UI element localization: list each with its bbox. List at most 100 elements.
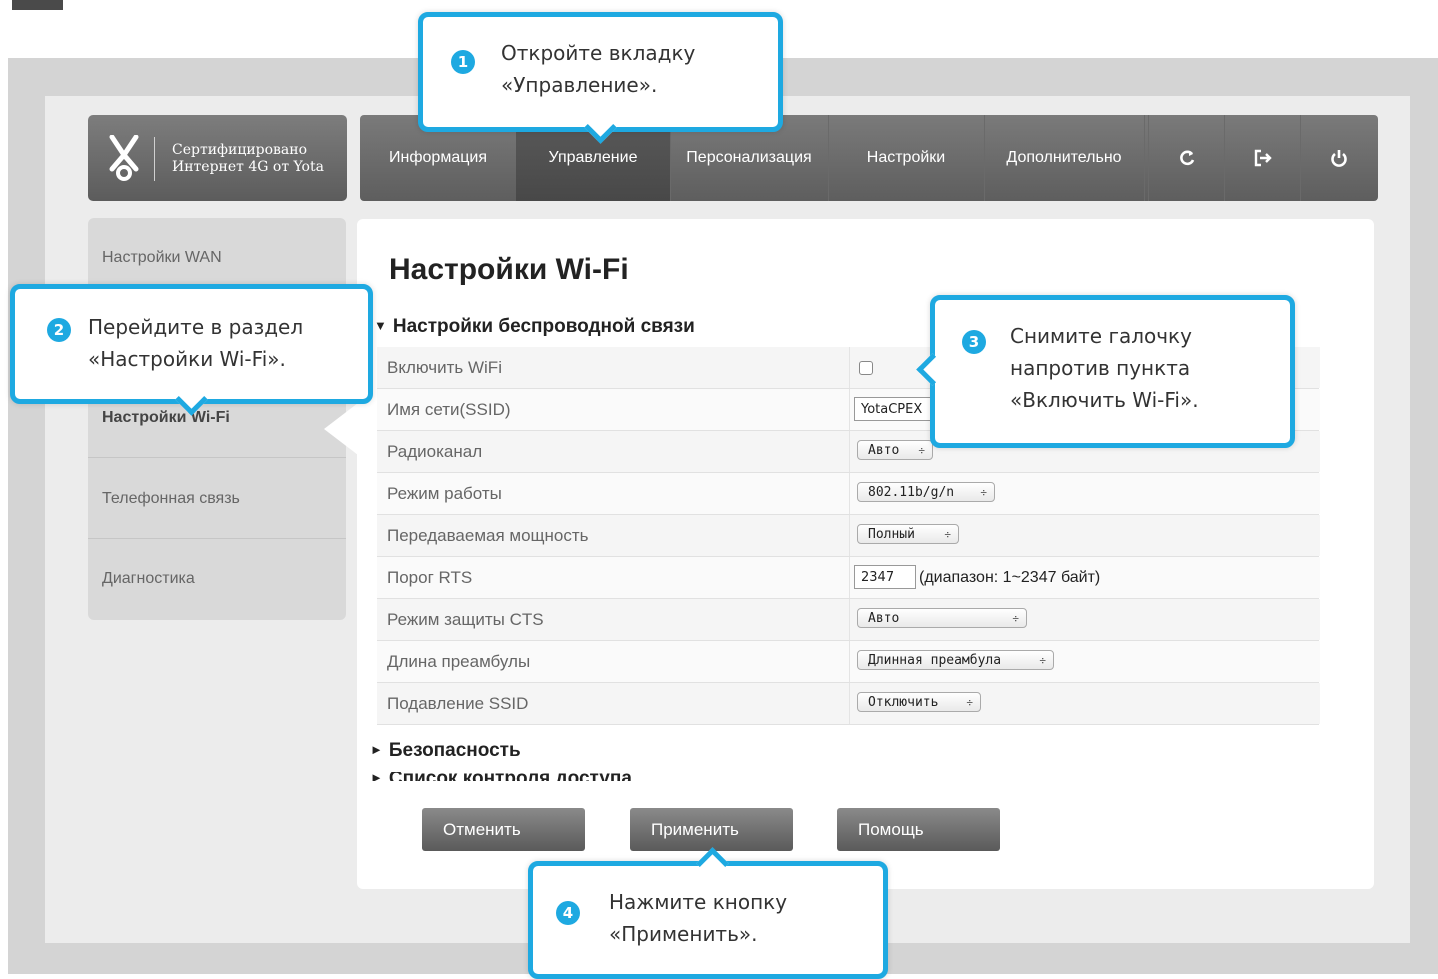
table-row: Длина преамбулы Длинная преамбула ÷ xyxy=(377,641,1320,683)
sidebar-item-label: Настройки WAN xyxy=(102,248,222,266)
row-value-cell: 2347 (диапазон: 1~2347 байт) xyxy=(849,557,1320,598)
section-wireless-header[interactable]: ▼ Настройки беспроводной связи xyxy=(374,316,695,338)
power-icon-svg xyxy=(1331,150,1347,167)
select-arrow-icon: ÷ xyxy=(966,696,973,709)
power-select[interactable]: Полный ÷ xyxy=(857,524,959,544)
collapsed-arrow-icon: ► xyxy=(370,772,383,781)
callout-line: Снимите галочку xyxy=(1010,324,1192,348)
logo-text: Сертифицировано Интернет 4G от Yota xyxy=(172,142,324,176)
callout-line: «Управление». xyxy=(501,73,658,97)
row-value-cell: Авто ÷ xyxy=(849,599,1320,640)
select-value: Авто xyxy=(868,611,900,626)
refresh-icon[interactable] xyxy=(1148,115,1225,201)
table-row: Подавление SSID Отключить ÷ xyxy=(377,683,1320,725)
step-number-badge: 2 xyxy=(47,318,71,342)
step-number-badge: 1 xyxy=(451,50,475,74)
row-label: Порог RTS xyxy=(387,568,473,587)
step-number-badge: 4 xyxy=(556,901,580,925)
row-label: Включить WiFi xyxy=(387,358,502,377)
cancel-button[interactable]: Отменить xyxy=(422,808,585,851)
table-row: Режим работы 802.11b/g/n ÷ xyxy=(377,473,1320,515)
help-button[interactable]: Помощь xyxy=(837,808,1000,851)
callout-text: Снимите галочку напротив пункта «Включит… xyxy=(1010,320,1199,416)
row-label: Подавление SSID xyxy=(387,694,529,713)
row-value-cell: Отключить ÷ xyxy=(849,683,1320,724)
power-icon[interactable] xyxy=(1300,115,1377,201)
active-item-pointer xyxy=(324,403,358,455)
logout-icon[interactable] xyxy=(1224,115,1301,201)
logo-line-1: Сертифицировано xyxy=(172,142,308,158)
callout-line: Нажмите кнопку xyxy=(609,890,788,914)
select-arrow-icon: ÷ xyxy=(1012,612,1019,625)
logo-divider xyxy=(154,137,155,181)
callout-line: Перейдите в раздел xyxy=(88,315,304,339)
row-label: Передаваемая мощность xyxy=(387,526,589,545)
yota-logo-icon xyxy=(109,135,139,181)
sidebar-item-label: Телефонная связь xyxy=(102,489,240,507)
tab-advanced[interactable]: Дополнительно xyxy=(984,115,1145,201)
corner-mark xyxy=(12,0,63,10)
expanded-arrow-icon: ▼ xyxy=(374,318,387,333)
select-value: Длинная преамбула xyxy=(868,653,1002,668)
row-value-cell: 802.11b/g/n ÷ xyxy=(849,473,1320,514)
rts-range-note: (диапазон: 1~2347 байт) xyxy=(919,569,1101,586)
cts-protection-select[interactable]: Авто ÷ xyxy=(857,608,1027,628)
preamble-select[interactable]: Длинная преамбула ÷ xyxy=(857,650,1054,670)
sidebar-item-diagnostics[interactable]: Диагностика xyxy=(88,539,346,619)
section-wireless-label: Настройки беспроводной связи xyxy=(392,316,695,337)
row-label: Радиоканал xyxy=(387,442,483,461)
collapsed-arrow-icon: ► xyxy=(370,742,383,757)
acl-clip: ► Список контроля доступа xyxy=(357,772,697,781)
table-row: Режим защиты CTS Авто ÷ xyxy=(377,599,1320,641)
sidebar-item-label: Настройки Wi-Fi xyxy=(102,408,230,426)
ssid-hide-select[interactable]: Отключить ÷ xyxy=(857,692,981,712)
row-label: Имя сети(SSID) xyxy=(387,400,511,419)
yota-logo: Сертифицировано Интернет 4G от Yota xyxy=(88,115,347,201)
callout-line: «Настройки Wi-Fi». xyxy=(88,347,286,371)
select-value: Полный xyxy=(868,527,915,542)
callout-step-2: 2 Перейдите в раздел «Настройки Wi-Fi». xyxy=(10,284,373,416)
callout-line: «Включить Wi-Fi». xyxy=(1010,388,1199,412)
rts-threshold-input[interactable]: 2347 xyxy=(854,565,916,589)
tab-settings[interactable]: Настройки xyxy=(828,115,985,201)
row-label: Режим работы xyxy=(387,484,502,503)
select-arrow-icon: ÷ xyxy=(918,444,925,457)
row-label: Длина преамбулы xyxy=(387,652,531,671)
select-value: 802.11b/g/n xyxy=(868,485,955,500)
callout-line: напротив пункта xyxy=(1010,356,1191,380)
section-acl-label: Список контроля доступа xyxy=(389,772,632,781)
section-security-header[interactable]: ► Безопасность xyxy=(370,740,521,762)
row-value-cell: Длинная преамбула ÷ xyxy=(849,641,1320,682)
callout-text: Нажмите кнопку «Применить». xyxy=(609,886,787,950)
refresh-icon-svg xyxy=(1180,150,1195,166)
logo-line-2: Интернет 4G от Yota xyxy=(172,159,324,175)
select-arrow-icon: ÷ xyxy=(1039,654,1046,667)
page-title: Настройки Wi-Fi xyxy=(389,253,629,286)
logout-icon-svg xyxy=(1254,149,1272,167)
section-security-label: Безопасность xyxy=(388,740,521,761)
mode-select[interactable]: 802.11b/g/n ÷ xyxy=(857,482,995,502)
callout-text: Перейдите в раздел «Настройки Wi-Fi». xyxy=(88,311,303,375)
callout-line: Откройте вкладку xyxy=(501,41,696,65)
sidebar-item-label: Диагностика xyxy=(102,570,195,587)
enable-wifi-checkbox[interactable] xyxy=(859,361,873,375)
apply-button[interactable]: Применить xyxy=(630,808,793,851)
callout-line: «Применить». xyxy=(609,922,758,946)
table-row: Передаваемая мощность Полный ÷ xyxy=(377,515,1320,557)
step-number-badge: 3 xyxy=(962,330,986,354)
channel-select[interactable]: Авто ÷ xyxy=(857,440,933,460)
callout-step-4: 4 Нажмите кнопку «Применить». xyxy=(528,847,888,979)
sidebar-item-telephony[interactable]: Телефонная связь xyxy=(88,459,346,539)
select-arrow-icon: ÷ xyxy=(944,528,951,541)
select-value: Отключить xyxy=(868,695,939,710)
sidebar: Настройки WAN Настройки Wi-Fi Телефонная… xyxy=(88,218,346,620)
callout-text: Откройте вкладку «Управление». xyxy=(501,37,695,101)
section-acl-header[interactable]: ► Список контроля доступа xyxy=(370,772,632,781)
select-arrow-icon: ÷ xyxy=(980,486,987,499)
select-value: Авто xyxy=(868,443,900,458)
callout-step-3: 3 Снимите галочку напротив пункта «Включ… xyxy=(916,295,1295,448)
row-label: Режим защиты CTS xyxy=(387,610,544,629)
row-value-cell: Полный ÷ xyxy=(849,515,1320,556)
table-row: Порог RTS 2347 (диапазон: 1~2347 байт) xyxy=(377,557,1320,599)
callout-step-1: 1 Откройте вкладку «Управление». xyxy=(418,12,783,144)
